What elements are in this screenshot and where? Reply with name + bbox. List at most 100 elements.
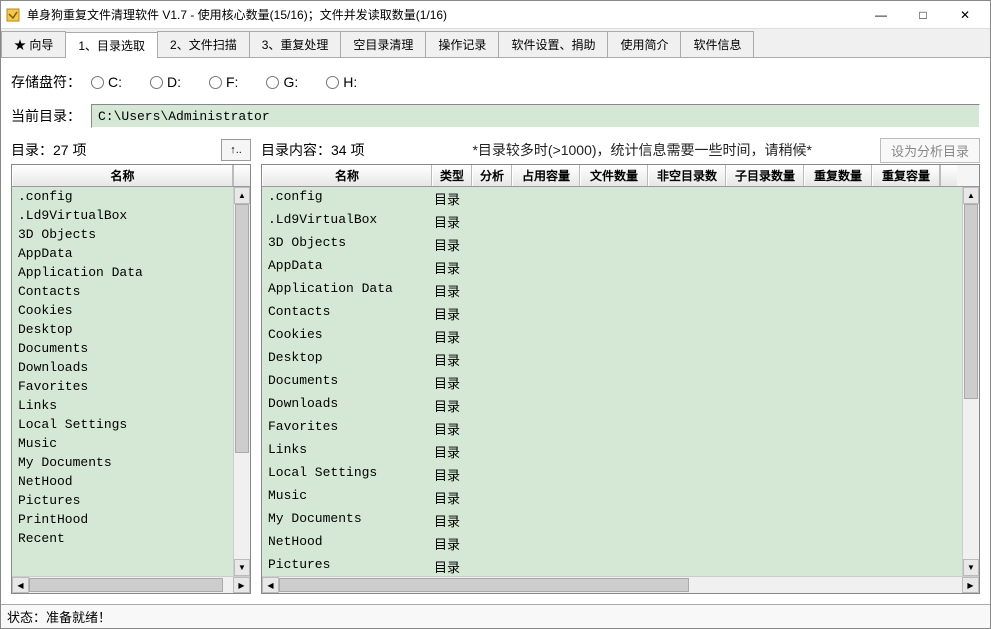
right-col-header[interactable]: 占用容量 <box>512 165 580 186</box>
list-item[interactable]: 3D Objects <box>12 225 233 244</box>
table-row[interactable]: Application Data目录 <box>262 279 962 302</box>
tab-4[interactable]: 空目录清理 <box>340 31 426 57</box>
left-panel: 名称 .config.Ld9VirtualBox3D ObjectsAppDat… <box>11 164 251 594</box>
table-row[interactable]: My Documents目录 <box>262 509 962 532</box>
current-directory-path[interactable]: C:\Users\Administrator <box>91 104 980 128</box>
table-row[interactable]: NetHood目录 <box>262 532 962 555</box>
tab-6[interactable]: 软件设置、捐助 <box>498 31 608 57</box>
right-col-header[interactable]: 分析 <box>472 165 512 186</box>
right-col-header[interactable]: 名称 <box>262 165 432 186</box>
set-analysis-button[interactable]: 设为分析目录 <box>880 138 980 163</box>
list-item[interactable]: Recent <box>12 529 233 548</box>
right-col-header[interactable]: 重复容量 <box>872 165 940 186</box>
scroll-thumb[interactable] <box>29 578 223 592</box>
drive-radio[interactable] <box>266 76 279 89</box>
scroll-down-icon[interactable]: ▼ <box>963 559 979 576</box>
scroll-track[interactable] <box>279 577 962 593</box>
right-horizontal-scrollbar[interactable]: ◀ ▶ <box>262 576 979 593</box>
scroll-thumb[interactable] <box>235 204 249 453</box>
tab-5[interactable]: 操作记录 <box>425 31 499 57</box>
table-row[interactable]: Cookies目录 <box>262 325 962 348</box>
table-row[interactable]: Documents目录 <box>262 371 962 394</box>
list-item[interactable]: Music <box>12 434 233 453</box>
right-vertical-scrollbar[interactable]: ▲ ▼ <box>962 187 979 576</box>
minimize-button[interactable]: — <box>860 2 902 28</box>
table-row[interactable]: AppData目录 <box>262 256 962 279</box>
table-row[interactable]: 3D Objects目录 <box>262 233 962 256</box>
drive-option-G[interactable]: G: <box>266 74 298 90</box>
scroll-right-icon[interactable]: ▶ <box>233 577 250 593</box>
right-col-header[interactable]: 重复数量 <box>804 165 872 186</box>
scroll-track[interactable] <box>29 577 233 593</box>
list-item[interactable]: Downloads <box>12 358 233 377</box>
drive-radio[interactable] <box>150 76 163 89</box>
table-row[interactable]: .Ld9VirtualBox目录 <box>262 210 962 233</box>
right-col-header[interactable]: 非空目录数 <box>648 165 726 186</box>
cell-type: 目录 <box>432 417 472 440</box>
table-row[interactable]: Music目录 <box>262 486 962 509</box>
drive-option-C[interactable]: C: <box>91 74 122 90</box>
list-item[interactable]: .Ld9VirtualBox <box>12 206 233 225</box>
right-col-header[interactable]: 文件数量 <box>580 165 648 186</box>
right-col-header[interactable]: 子目录数量 <box>726 165 804 186</box>
scroll-right-icon[interactable]: ▶ <box>962 577 979 593</box>
right-col-header[interactable]: 类型 <box>432 165 472 186</box>
list-item[interactable]: Desktop <box>12 320 233 339</box>
tab-8[interactable]: 软件信息 <box>680 31 754 57</box>
tab-1[interactable]: 1、目录选取 <box>65 32 158 58</box>
scroll-track[interactable] <box>234 204 250 559</box>
drive-radio[interactable] <box>326 76 339 89</box>
table-row[interactable]: Local Settings目录 <box>262 463 962 486</box>
list-item[interactable]: Pictures <box>12 491 233 510</box>
table-row[interactable]: Links目录 <box>262 440 962 463</box>
list-item[interactable]: .config <box>12 187 233 206</box>
drive-radio[interactable] <box>91 76 104 89</box>
drive-option-D[interactable]: D: <box>150 74 181 90</box>
list-item[interactable]: Favorites <box>12 377 233 396</box>
table-row[interactable]: Favorites目录 <box>262 417 962 440</box>
list-item[interactable]: Contacts <box>12 282 233 301</box>
tab-2[interactable]: 2、文件扫描 <box>157 31 250 57</box>
left-col-name[interactable]: 名称 <box>12 165 233 186</box>
list-item[interactable]: Links <box>12 396 233 415</box>
cell-name: Application Data <box>262 279 432 302</box>
scroll-left-icon[interactable]: ◀ <box>262 577 279 593</box>
list-item[interactable]: Cookies <box>12 301 233 320</box>
scroll-track[interactable] <box>963 204 979 559</box>
table-row[interactable]: Desktop目录 <box>262 348 962 371</box>
table-row[interactable]: .config目录 <box>262 187 962 210</box>
left-vertical-scrollbar[interactable]: ▲ ▼ <box>233 187 250 576</box>
maximize-button[interactable]: □ <box>902 2 944 28</box>
scroll-up-icon[interactable]: ▲ <box>963 187 979 204</box>
list-item[interactable]: Application Data <box>12 263 233 282</box>
left-rows[interactable]: .config.Ld9VirtualBox3D ObjectsAppDataAp… <box>12 187 233 576</box>
scroll-left-icon[interactable]: ◀ <box>12 577 29 593</box>
drive-radio[interactable] <box>209 76 222 89</box>
table-row[interactable]: Contacts目录 <box>262 302 962 325</box>
tab-7[interactable]: 使用简介 <box>607 31 681 57</box>
tab-3[interactable]: 3、重复处理 <box>249 31 342 57</box>
list-item[interactable]: Documents <box>12 339 233 358</box>
list-item[interactable]: My Documents <box>12 453 233 472</box>
table-row[interactable]: Downloads目录 <box>262 394 962 417</box>
close-button[interactable]: ✕ <box>944 2 986 28</box>
list-item[interactable]: NetHood <box>12 472 233 491</box>
cell-type: 目录 <box>432 187 472 210</box>
scroll-down-icon[interactable]: ▼ <box>234 559 250 576</box>
left-horizontal-scrollbar[interactable]: ◀ ▶ <box>12 576 250 593</box>
tab-0[interactable]: ★ 向导 <box>1 31 66 57</box>
scroll-thumb[interactable] <box>279 578 689 592</box>
cell-name: NetHood <box>262 532 432 555</box>
table-row[interactable]: Pictures目录 <box>262 555 962 576</box>
drive-option-F[interactable]: F: <box>209 74 238 90</box>
titlebar[interactable]: 单身狗重复文件清理软件 V1.7 - 使用核心数量(15/16)；文件并发读取数… <box>1 1 990 29</box>
scroll-thumb[interactable] <box>964 204 978 399</box>
list-item[interactable]: Local Settings <box>12 415 233 434</box>
list-item[interactable]: AppData <box>12 244 233 263</box>
drive-option-H[interactable]: H: <box>326 74 357 90</box>
scroll-up-icon[interactable]: ▲ <box>234 187 250 204</box>
list-item[interactable]: PrintHood <box>12 510 233 529</box>
up-directory-button[interactable]: ↑.. <box>221 139 251 161</box>
right-list-body: .config目录.Ld9VirtualBox目录3D Objects目录App… <box>262 187 979 576</box>
right-rows[interactable]: .config目录.Ld9VirtualBox目录3D Objects目录App… <box>262 187 962 576</box>
